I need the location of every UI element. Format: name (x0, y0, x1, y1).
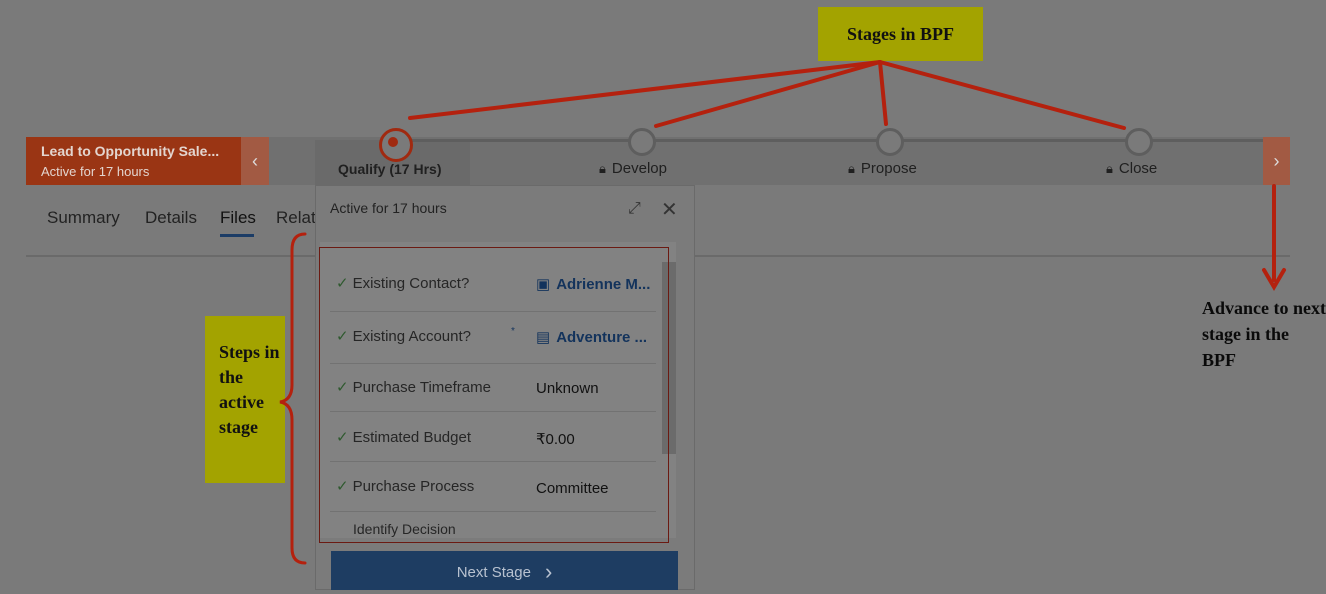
arrow-to-propose (878, 60, 888, 126)
arrow-to-develop (654, 60, 882, 128)
arrow-to-qualify (408, 60, 882, 120)
steps-brace (279, 232, 307, 565)
annotation-arrows (279, 60, 1286, 565)
arrow-to-close (878, 60, 1126, 130)
